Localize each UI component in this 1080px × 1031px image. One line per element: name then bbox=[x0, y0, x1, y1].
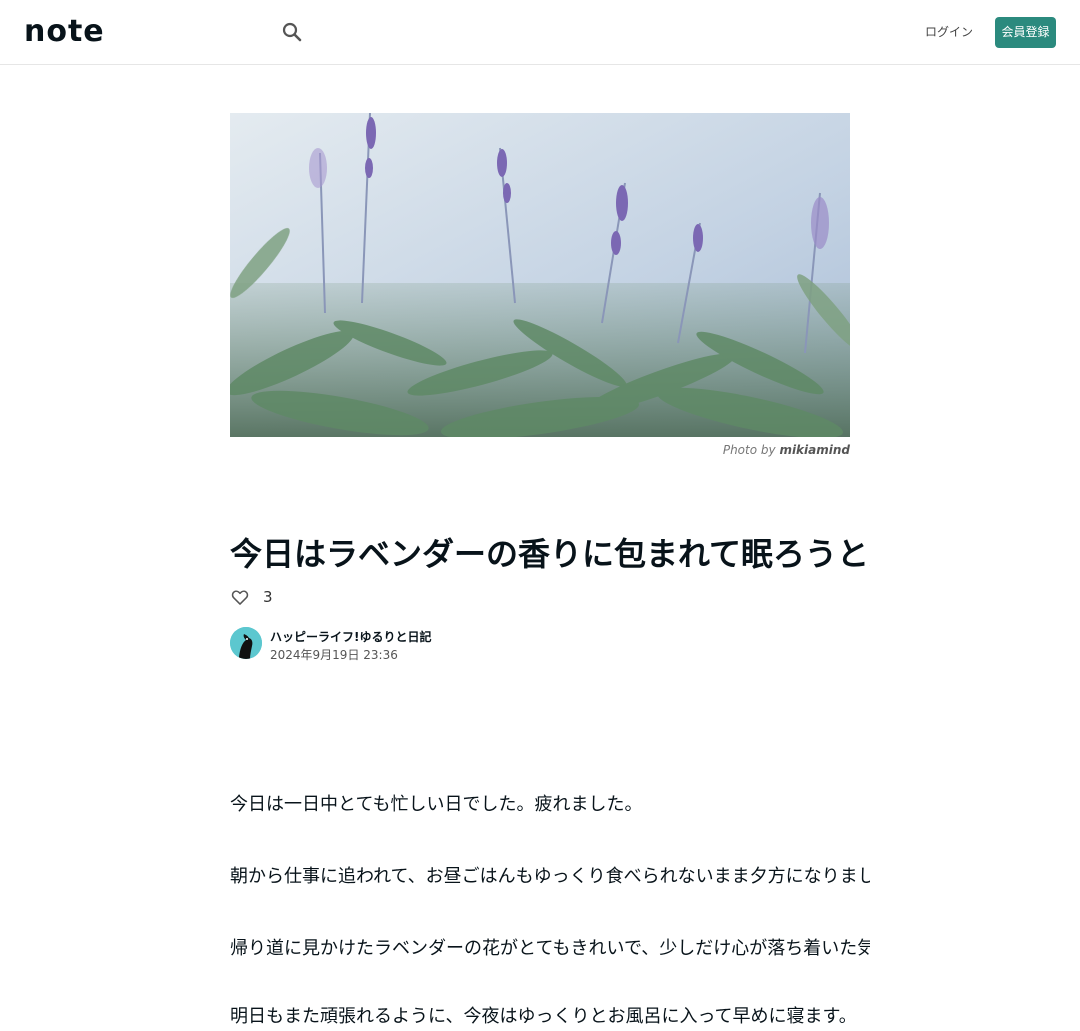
like-row: 3 bbox=[230, 586, 273, 608]
photo-author-link[interactable]: mikiamind bbox=[779, 443, 850, 457]
publish-date: 2024年9月19日 23:36 bbox=[270, 648, 398, 662]
photo-by-label: Photo by bbox=[722, 443, 776, 457]
login-link[interactable]: ログイン bbox=[920, 22, 978, 42]
note-logo[interactable]: note bbox=[24, 14, 105, 50]
paragraph: 帰り道に見かけたラベンダーの花がとてもきれいで、少しだけ心が落ち着いた気がします… bbox=[230, 938, 870, 959]
heart-icon[interactable] bbox=[230, 587, 250, 607]
hero-image bbox=[230, 113, 850, 437]
like-count: 3 bbox=[263, 588, 273, 606]
article-title: 今日はラベンダーの香りに包まれて眠ろうと思います bbox=[230, 535, 870, 573]
paragraph: 今日は一日中とても忙しい日でした。疲れました。 bbox=[230, 794, 643, 815]
paragraph: 明日もまた頑張れるように、今夜はゆっくりとお風呂に入って早めに寝ます。 bbox=[230, 1006, 857, 1027]
search-icon[interactable] bbox=[280, 20, 304, 44]
author-name[interactable]: ハッピーライフ!ゆるりと日記 bbox=[270, 628, 431, 645]
photo-credit: Photo by mikiamind bbox=[230, 443, 850, 457]
signup-button[interactable]: 会員登録 bbox=[995, 17, 1056, 48]
site-header: note ログイン 会員登録 bbox=[0, 0, 1080, 65]
paragraph: 朝から仕事に追われて、お昼ごはんもゆっくり食べられないまま夕方になりました。 bbox=[230, 866, 870, 887]
avatar[interactable] bbox=[230, 627, 262, 659]
